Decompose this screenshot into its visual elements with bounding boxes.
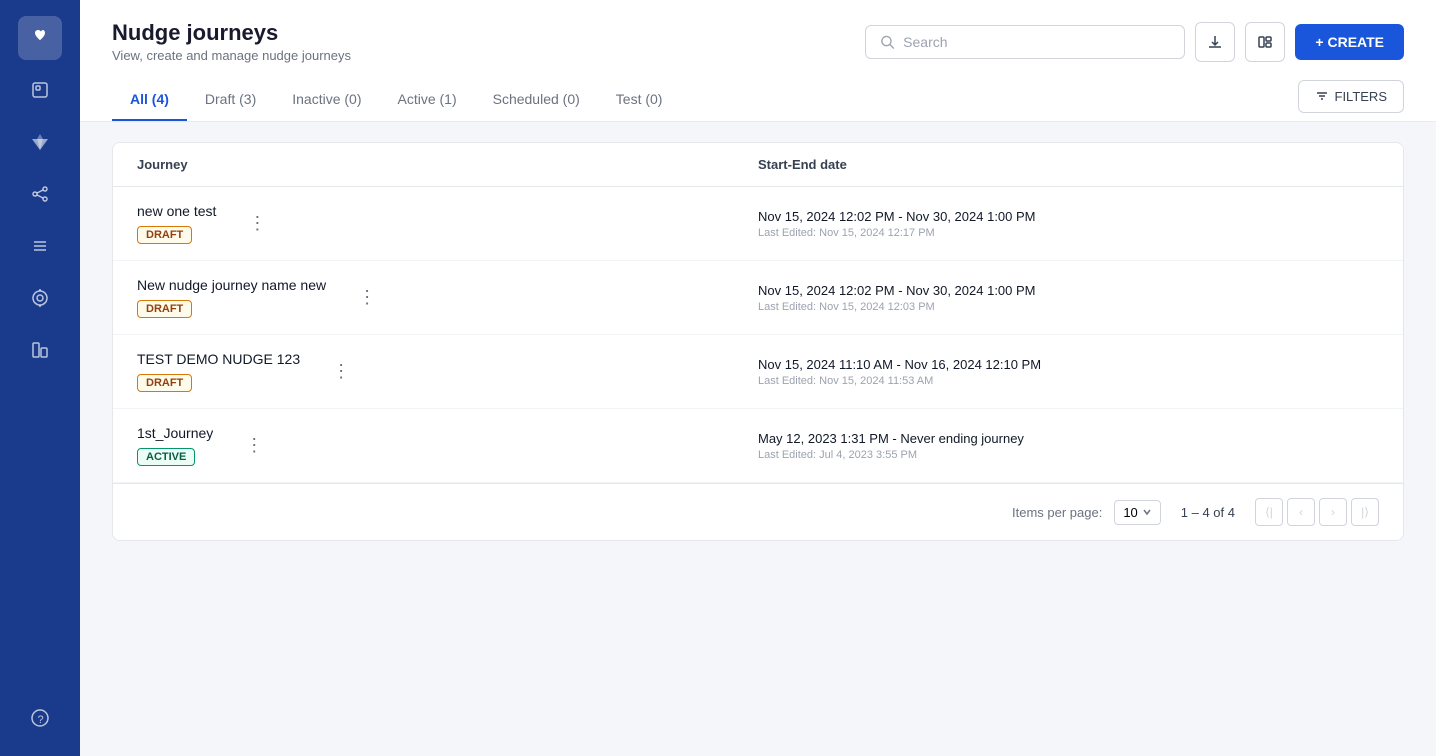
filters-label: FILTERS — [1335, 89, 1388, 104]
last-edited: Last Edited: Nov 15, 2024 11:53 AM — [758, 375, 1379, 387]
pagination: Items per page: 10 1 – 4 of 4 ⟨| ‹ › |⟩ — [113, 483, 1403, 540]
journey-cell: 1st_Journey ACTIVE ⋮ — [137, 425, 758, 466]
status-badge: DRAFT — [137, 226, 192, 244]
more-options-button[interactable]: ⋮ — [237, 431, 271, 460]
pagination-nav: ⟨| ‹ › |⟩ — [1255, 498, 1379, 526]
apple-icon[interactable] — [18, 16, 62, 60]
table-row: 1st_Journey ACTIVE ⋮ May 12, 2023 1:31 P… — [113, 409, 1403, 483]
next-page-button[interactable]: › — [1319, 498, 1347, 526]
tab-active[interactable]: Active (1) — [379, 79, 474, 121]
tabs-bar: All (4) Draft (3) Inactive (0) Active (1… — [112, 79, 1404, 121]
download-icon — [1207, 34, 1223, 50]
per-page-value: 10 — [1123, 505, 1137, 520]
prev-page-button[interactable]: ‹ — [1287, 498, 1315, 526]
first-page-button[interactable]: ⟨| — [1255, 498, 1283, 526]
journey-cell: TEST DEMO NUDGE 123 DRAFT ⋮ — [137, 351, 758, 392]
diamond-icon[interactable] — [18, 120, 62, 164]
date-cell: Nov 15, 2024 12:02 PM - Nov 30, 2024 1:0… — [758, 209, 1379, 239]
date-range: May 12, 2023 1:31 PM - Never ending jour… — [758, 431, 1379, 446]
download-button[interactable] — [1195, 22, 1235, 62]
status-badge: ACTIVE — [137, 448, 195, 466]
tab-test[interactable]: Test (0) — [598, 79, 681, 121]
table-row: New nudge journey name new DRAFT ⋮ Nov 1… — [113, 261, 1403, 335]
date-range: Nov 15, 2024 12:02 PM - Nov 30, 2024 1:0… — [758, 209, 1379, 224]
journey-table: Journey Start-End date new one test DRAF… — [112, 142, 1404, 541]
date-cell: May 12, 2023 1:31 PM - Never ending jour… — [758, 431, 1379, 461]
tabs-left: All (4) Draft (3) Inactive (0) Active (1… — [112, 79, 680, 121]
chart-icon[interactable] — [18, 328, 62, 372]
filters-button[interactable]: FILTERS — [1298, 80, 1405, 113]
help-icon[interactable]: ? — [18, 696, 62, 740]
tab-scheduled[interactable]: Scheduled (0) — [475, 79, 598, 121]
journey-info: New nudge journey name new DRAFT — [137, 277, 326, 318]
layout-icon — [1257, 34, 1273, 50]
last-edited: Last Edited: Jul 4, 2023 3:55 PM — [758, 449, 1379, 461]
more-options-button[interactable]: ⋮ — [324, 357, 358, 386]
search-icon — [880, 34, 895, 50]
column-date: Start-End date — [758, 157, 1379, 172]
share-icon[interactable] — [18, 172, 62, 216]
items-per-page-label: Items per page: — [1012, 505, 1102, 520]
status-badge: DRAFT — [137, 374, 192, 392]
tab-draft[interactable]: Draft (3) — [187, 79, 274, 121]
filter-icon — [1315, 89, 1329, 103]
title-section: Nudge journeys View, create and manage n… — [112, 20, 351, 63]
per-page-select[interactable]: 10 — [1114, 500, 1160, 525]
column-journey: Journey — [137, 157, 758, 172]
last-edited: Last Edited: Nov 15, 2024 12:03 PM — [758, 301, 1379, 313]
pagination-range: 1 – 4 of 4 — [1181, 505, 1235, 520]
journey-name: new one test — [137, 203, 216, 219]
journey-cell: new one test DRAFT ⋮ — [137, 203, 758, 244]
last-page-button[interactable]: |⟩ — [1351, 498, 1379, 526]
layout-button[interactable] — [1245, 22, 1285, 62]
box-icon[interactable] — [18, 68, 62, 112]
last-edited: Last Edited: Nov 15, 2024 12:17 PM — [758, 227, 1379, 239]
date-cell: Nov 15, 2024 11:10 AM - Nov 16, 2024 12:… — [758, 357, 1379, 387]
status-badge: DRAFT — [137, 300, 192, 318]
journey-name: New nudge journey name new — [137, 277, 326, 293]
content-area: Journey Start-End date new one test DRAF… — [80, 122, 1436, 756]
sidebar: ? — [0, 0, 80, 756]
table-row: new one test DRAFT ⋮ Nov 15, 2024 12:02 … — [113, 187, 1403, 261]
date-cell: Nov 15, 2024 12:02 PM - Nov 30, 2024 1:0… — [758, 283, 1379, 313]
tab-all[interactable]: All (4) — [112, 79, 187, 121]
journey-info: new one test DRAFT — [137, 203, 216, 244]
date-range: Nov 15, 2024 11:10 AM - Nov 16, 2024 12:… — [758, 357, 1379, 372]
table-header: Journey Start-End date — [113, 143, 1403, 187]
chevron-down-icon — [1142, 507, 1152, 517]
page-title: Nudge journeys — [112, 20, 351, 46]
list-icon[interactable] — [18, 224, 62, 268]
journey-info: 1st_Journey ACTIVE — [137, 425, 213, 466]
create-button[interactable]: + CREATE — [1295, 24, 1404, 60]
target-icon[interactable] — [18, 276, 62, 320]
journey-name: 1st_Journey — [137, 425, 213, 441]
more-options-button[interactable]: ⋮ — [240, 209, 274, 238]
header: Nudge journeys View, create and manage n… — [80, 0, 1436, 122]
search-input[interactable] — [903, 34, 1170, 50]
journey-name: TEST DEMO NUDGE 123 — [137, 351, 300, 367]
header-actions: + CREATE — [865, 22, 1404, 62]
svg-text:?: ? — [38, 714, 44, 726]
journey-info: TEST DEMO NUDGE 123 DRAFT — [137, 351, 300, 392]
main-content: Nudge journeys View, create and manage n… — [80, 0, 1436, 756]
date-range: Nov 15, 2024 12:02 PM - Nov 30, 2024 1:0… — [758, 283, 1379, 298]
page-subtitle: View, create and manage nudge journeys — [112, 48, 351, 63]
journey-cell: New nudge journey name new DRAFT ⋮ — [137, 277, 758, 318]
tab-inactive[interactable]: Inactive (0) — [274, 79, 379, 121]
search-box[interactable] — [865, 25, 1185, 59]
table-row: TEST DEMO NUDGE 123 DRAFT ⋮ Nov 15, 2024… — [113, 335, 1403, 409]
more-options-button[interactable]: ⋮ — [350, 283, 384, 312]
